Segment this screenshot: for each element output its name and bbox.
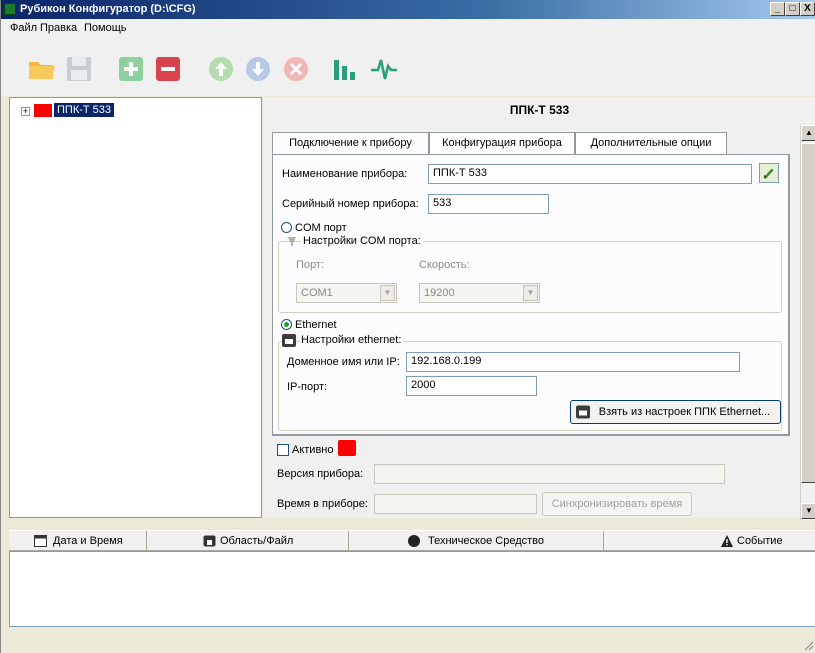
version-field [374, 464, 725, 484]
speed-select[interactable]: 19200 ▼ [419, 283, 540, 303]
chevron-down-icon: ▼ [380, 285, 395, 301]
tab-extra[interactable]: Дополнительные опции [575, 132, 727, 155]
edit-name-button[interactable] [759, 163, 779, 183]
serial-field[interactable]: 533 [428, 194, 549, 214]
device-tree[interactable]: + ППК-Т 533 [9, 97, 262, 518]
name-field[interactable]: ППК-Т 533 [428, 164, 752, 184]
resize-grip-icon[interactable] [803, 640, 814, 651]
event-log-header: Дата и Время Область/Файл Техническое Ср… [9, 530, 815, 551]
add-icon[interactable] [116, 54, 146, 84]
tab-connection[interactable]: Подключение к прибору [272, 132, 429, 155]
host-field[interactable]: 192.168.0.199 [406, 352, 740, 372]
tab-panel-connection: Наименование прибора: ППК-Т 533 Серийный… [272, 154, 790, 436]
device-status-icon [34, 104, 52, 117]
ipport-label: IP-порт: [287, 381, 328, 393]
com-radio[interactable] [281, 222, 292, 233]
chart-bars-icon[interactable] [331, 54, 361, 84]
calendar-icon [34, 535, 47, 547]
active-checkbox[interactable] [277, 444, 289, 456]
port-label: Порт: [296, 259, 324, 271]
menu-help[interactable]: Помощь [84, 22, 127, 34]
active-status-indicator [338, 440, 356, 456]
serial-label: Серийный номер прибора: [282, 198, 419, 210]
col-area-label: Область/Файл [220, 535, 294, 547]
network-icon [576, 405, 590, 419]
save-icon[interactable] [64, 54, 94, 84]
tree-expand-icon[interactable]: + [21, 107, 30, 116]
network-icon [282, 334, 296, 347]
area-icon [203, 535, 216, 547]
close-button[interactable]: X [800, 2, 815, 16]
scroll-down-icon[interactable]: ▼ [801, 503, 815, 519]
col-device-label: Техническое Средство [428, 535, 545, 547]
ethernet-settings-label: Настройки ethernet: [299, 334, 404, 346]
host-label: Доменное имя или IP: [287, 356, 400, 368]
com-radio-label: COM порт [295, 222, 347, 234]
active-label: Активно [292, 444, 334, 456]
tree-item-device[interactable]: ППК-Т 533 [54, 103, 115, 117]
delete-icon[interactable] [281, 54, 311, 84]
time-field [374, 494, 537, 514]
name-label: Наименование прибора: [282, 168, 408, 180]
col-device[interactable]: Техническое Средство [349, 531, 604, 551]
ipport-field[interactable]: 2000 [406, 376, 537, 396]
window-title: Рубикон Конфигуратор (D:\CFG) [20, 3, 196, 15]
device-title: ППК-Т 533 [509, 103, 570, 117]
col-datetime[interactable]: Дата и Время [9, 531, 147, 551]
com-settings-label: Настройки COM порта: [301, 235, 423, 247]
port-select[interactable]: COM1 ▼ [296, 283, 397, 303]
col-datetime-label: Дата и Время [53, 535, 123, 547]
fetch-button-label: Взять из настроек ППК Ethernet... [598, 406, 771, 418]
open-folder-icon[interactable] [27, 54, 57, 84]
event-log-list[interactable] [9, 551, 815, 627]
port-select-value: COM1 [301, 287, 333, 299]
col-event[interactable]: Событие [604, 531, 815, 551]
warning-icon [721, 535, 733, 547]
sync-time-button[interactable]: Синхронизировать время [542, 492, 692, 516]
fetch-ethernet-settings-button[interactable]: Взять из настроек ППК Ethernet... [570, 400, 781, 424]
tab-config[interactable]: Конфигурация прибора [429, 132, 575, 155]
status-bar [1, 628, 815, 653]
menu-edit[interactable]: Правка [40, 22, 77, 34]
up-icon[interactable] [206, 54, 236, 84]
ethernet-radio[interactable] [281, 319, 292, 330]
version-label: Версия прибора: [277, 468, 364, 480]
panel-scrollbar[interactable]: ▲ ▼ [800, 125, 815, 520]
menu-bar: Файл Правка Помощь [1, 19, 815, 38]
app-icon [4, 3, 16, 15]
pulse-icon[interactable] [369, 54, 399, 84]
menu-file[interactable]: Файл [10, 22, 37, 34]
col-area[interactable]: Область/Файл [147, 531, 349, 551]
toolbar [1, 38, 815, 96]
ethernet-radio-label: Ethernet [295, 319, 337, 331]
scroll-up-icon[interactable]: ▲ [801, 125, 815, 141]
com-port-icon [288, 237, 296, 246]
scroll-thumb[interactable] [801, 143, 815, 483]
maximize-button[interactable]: □ [785, 2, 800, 16]
time-label: Время в приборе: [277, 498, 368, 510]
remove-icon[interactable] [153, 54, 183, 84]
main-window: Рубикон Конфигуратор (D:\CFG) _ □ X Файл… [0, 0, 815, 653]
title-bar: Рубикон Конфигуратор (D:\CFG) _ □ X [1, 0, 815, 19]
down-icon[interactable] [243, 54, 273, 84]
chevron-down-icon: ▼ [523, 285, 538, 301]
speed-label: Скорость: [419, 259, 470, 271]
speed-select-value: 19200 [424, 287, 455, 299]
device-icon [408, 535, 420, 547]
col-event-label: Событие [737, 535, 783, 547]
pencil-icon [763, 168, 774, 180]
minimize-button[interactable]: _ [770, 2, 785, 16]
